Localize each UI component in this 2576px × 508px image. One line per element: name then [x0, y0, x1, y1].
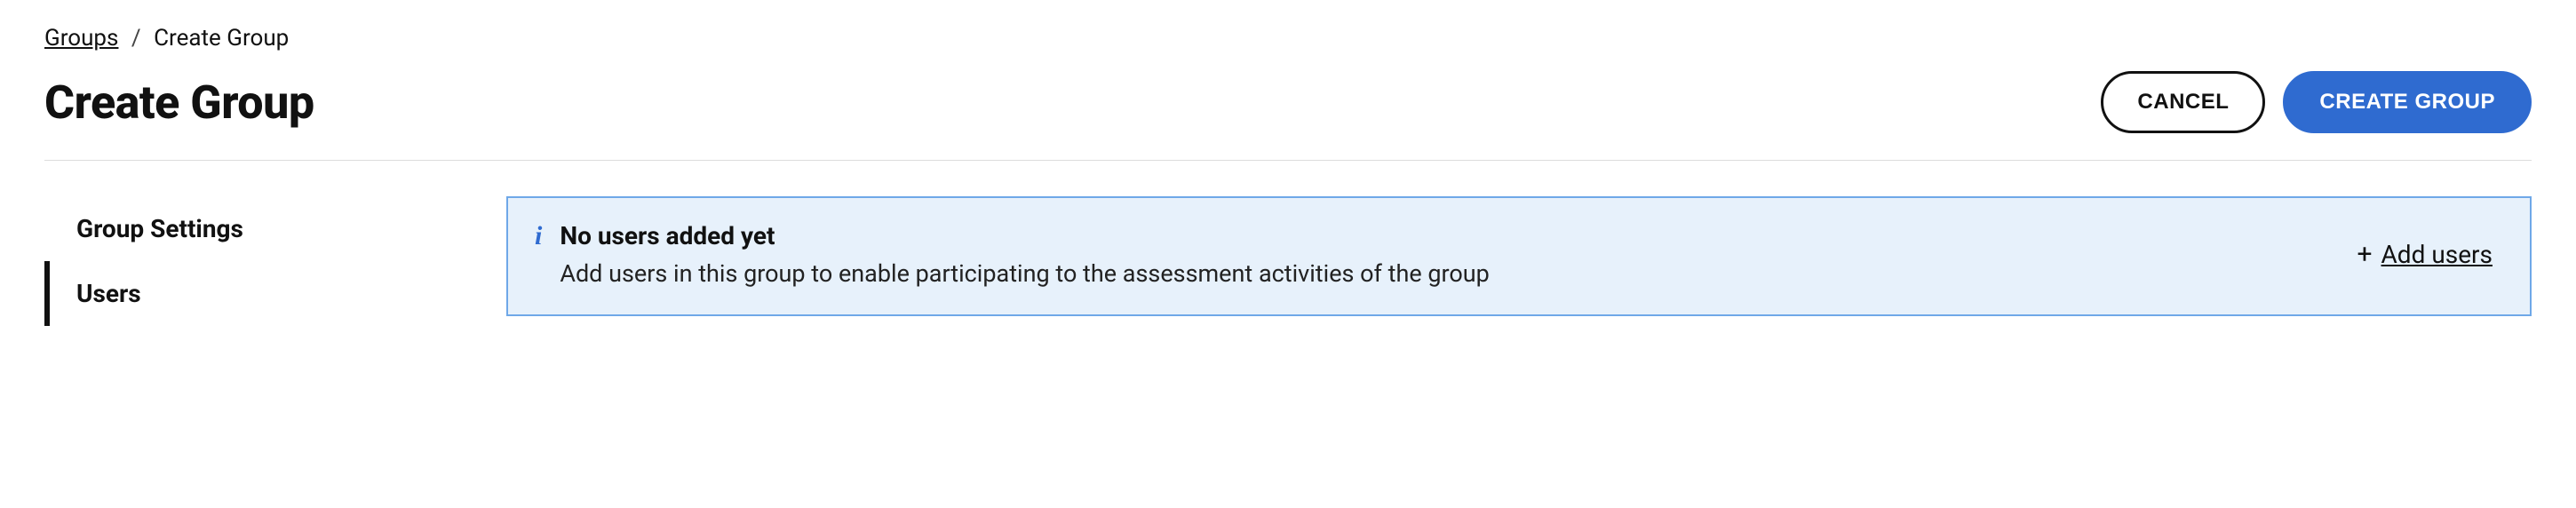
- breadcrumb-root-link[interactable]: Groups: [44, 25, 118, 52]
- page-header: Create Group CANCEL CREATE GROUP: [44, 71, 2532, 161]
- info-box: i No users added yet Add users in this g…: [506, 196, 2532, 316]
- sidebar: Group Settings Users: [44, 196, 453, 326]
- breadcrumb: Groups / Create Group: [44, 25, 2532, 52]
- info-icon: i: [535, 221, 542, 250]
- sidebar-item-label: Group Settings: [76, 214, 243, 243]
- info-title: No users added yet: [560, 221, 1490, 250]
- breadcrumb-current: Create Group: [154, 25, 289, 52]
- add-users-label: Add users: [2381, 240, 2493, 269]
- info-left: i No users added yet Add users in this g…: [535, 221, 1490, 288]
- sidebar-item-label: Users: [76, 279, 141, 308]
- header-actions: CANCEL CREATE GROUP: [2101, 71, 2532, 133]
- page-title: Create Group: [44, 75, 314, 130]
- create-group-button[interactable]: CREATE GROUP: [2283, 71, 2532, 133]
- main-panel: i No users added yet Add users in this g…: [506, 196, 2532, 326]
- breadcrumb-separator: /: [131, 25, 141, 52]
- info-description: Add users in this group to enable partic…: [560, 259, 1490, 288]
- add-users-button[interactable]: + Add users: [2357, 240, 2493, 269]
- content-area: Group Settings Users i No users added ye…: [44, 196, 2532, 326]
- plus-icon: +: [2357, 242, 2373, 268]
- sidebar-item-group-settings[interactable]: Group Settings: [44, 196, 453, 261]
- sidebar-item-users[interactable]: Users: [44, 261, 453, 326]
- info-text: No users added yet Add users in this gro…: [560, 221, 1490, 288]
- cancel-button[interactable]: CANCEL: [2101, 71, 2265, 133]
